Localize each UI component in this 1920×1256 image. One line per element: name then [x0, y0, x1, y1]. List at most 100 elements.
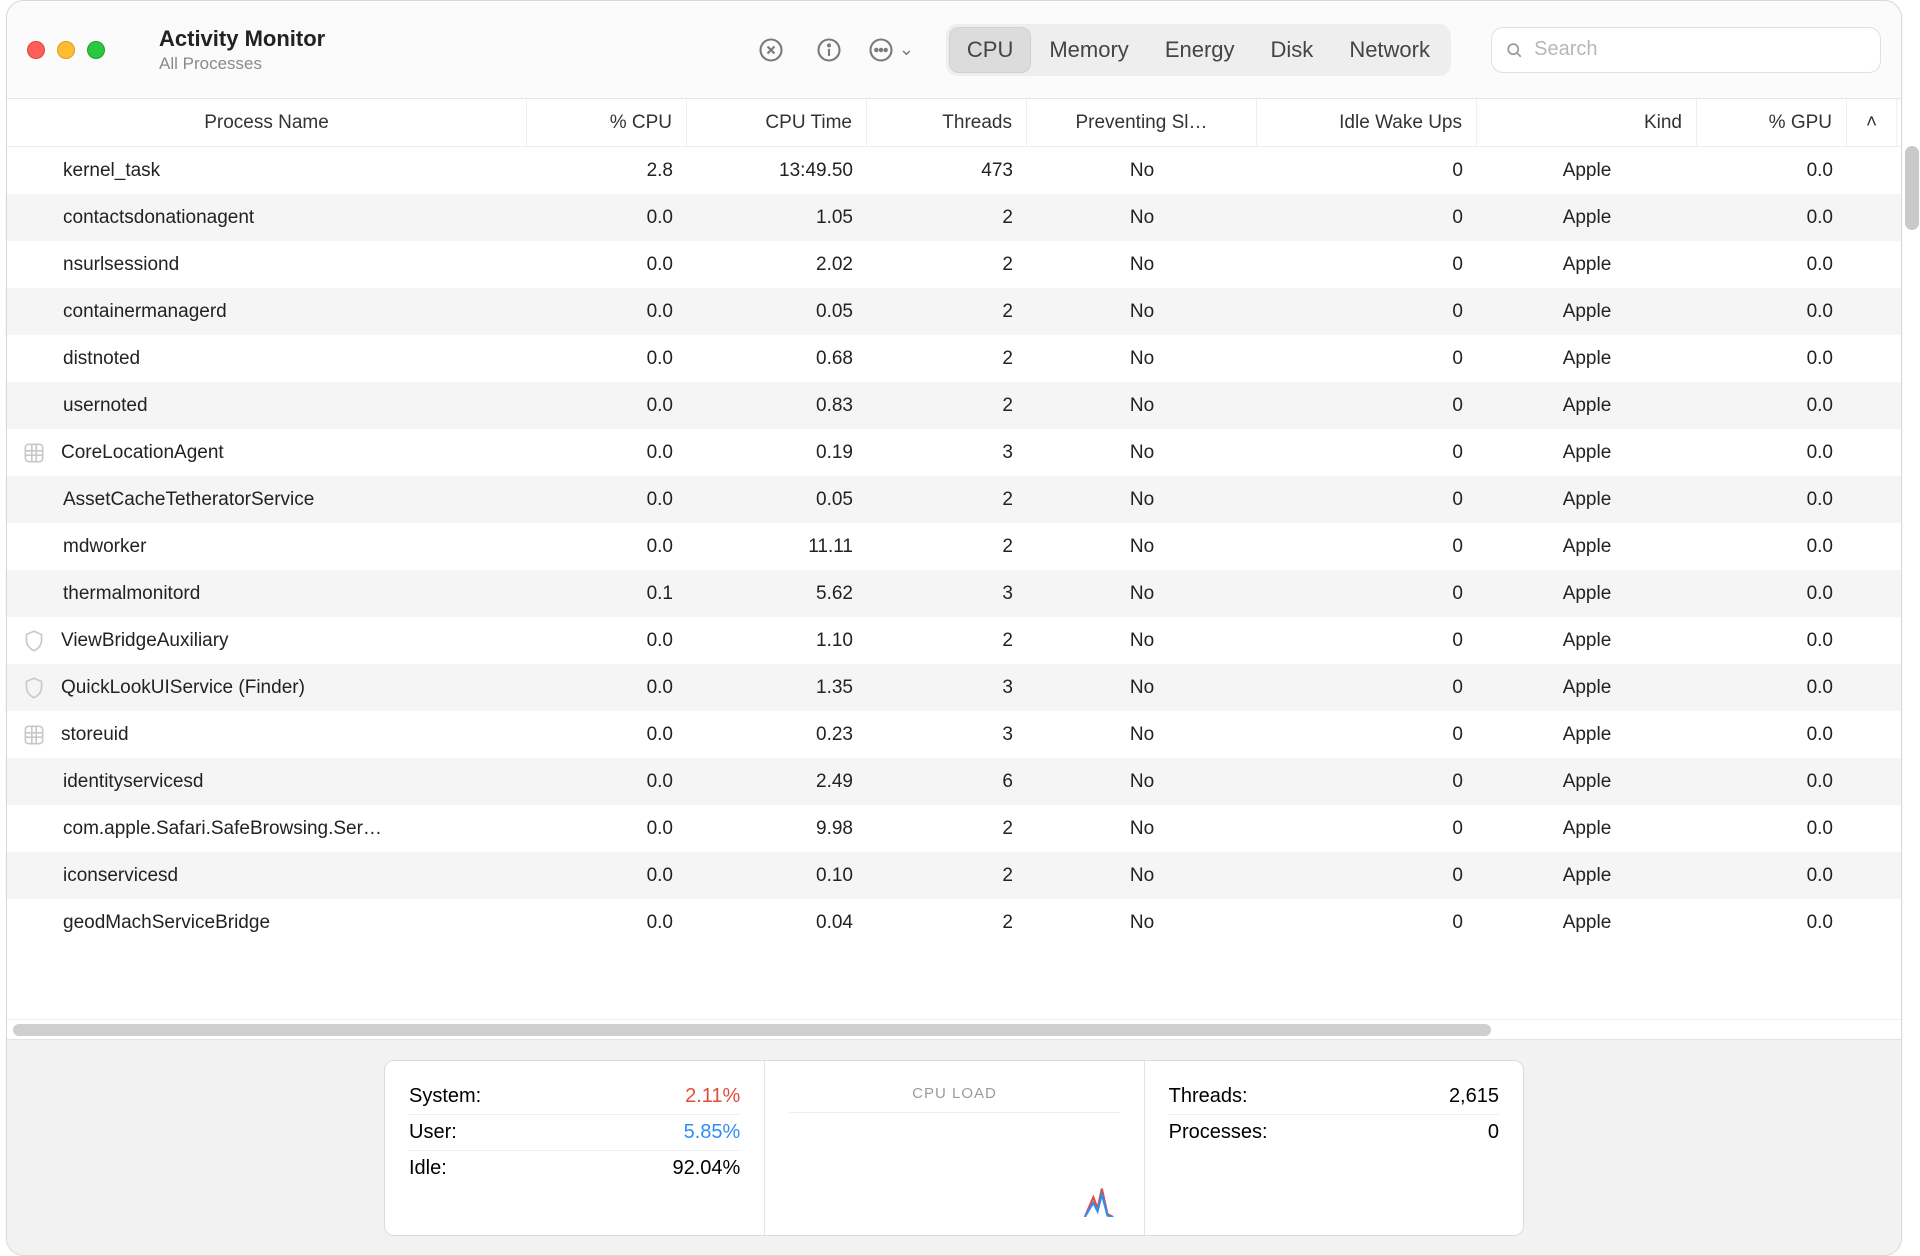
- cell-cputime: 2.49: [687, 771, 867, 793]
- cell-wake: 0: [1257, 395, 1477, 417]
- cell-wake: 0: [1257, 818, 1477, 840]
- table-row[interactable]: containermanagerd0.00.052No0Apple0.0: [7, 288, 1901, 335]
- tab-network[interactable]: Network: [1331, 27, 1448, 73]
- table-row[interactable]: thermalmonitord0.15.623No0Apple0.0: [7, 570, 1901, 617]
- col-cpu-percent[interactable]: % CPU: [527, 99, 687, 146]
- cell-wake: 0: [1257, 912, 1477, 934]
- cell-threads: 2: [867, 630, 1027, 652]
- close-window-button[interactable]: [27, 41, 45, 59]
- table-row[interactable]: nsurlsessiond0.02.022No0Apple0.0: [7, 241, 1901, 288]
- resource-tabs: CPUMemoryEnergyDiskNetwork: [946, 24, 1451, 76]
- table-row[interactable]: com.apple.Safari.SafeBrowsing.Ser…0.09.9…: [7, 805, 1901, 852]
- horizontal-scrollbar[interactable]: [7, 1019, 1901, 1039]
- table-row[interactable]: identityservicesd0.02.496No0Apple0.0: [7, 758, 1901, 805]
- table-row[interactable]: ViewBridgeAuxiliary0.01.102No0Apple0.0: [7, 617, 1901, 664]
- vertical-scrollbar-thumb[interactable]: [1905, 146, 1919, 230]
- table-row[interactable]: iconservicesd0.00.102No0Apple0.0: [7, 852, 1901, 899]
- table-row[interactable]: storeuid0.00.233No0Apple0.0: [7, 711, 1901, 758]
- col-cpu-time[interactable]: CPU Time: [687, 99, 867, 146]
- system-label: System:: [409, 1085, 481, 1108]
- cell-kind: Apple: [1477, 912, 1697, 934]
- cell-cputime: 0.19: [687, 442, 867, 464]
- col-kind[interactable]: Kind: [1477, 99, 1697, 146]
- cell-threads: 2: [867, 489, 1027, 511]
- cell-threads: 2: [867, 301, 1027, 323]
- cell-cputime: 0.83: [687, 395, 867, 417]
- cell-sleep: No: [1027, 630, 1257, 652]
- stop-process-button[interactable]: [751, 30, 791, 70]
- cell-cpu: 0.0: [527, 818, 687, 840]
- table-row[interactable]: usernoted0.00.832No0Apple0.0: [7, 382, 1901, 429]
- process-table-body[interactable]: kernel_task2.813:49.50473No0Apple0.0cont…: [7, 147, 1901, 1019]
- cell-gpu: 0.0: [1697, 395, 1847, 417]
- cell-wake: 0: [1257, 442, 1477, 464]
- tab-disk[interactable]: Disk: [1253, 27, 1332, 73]
- cell-cpu: 0.0: [527, 489, 687, 511]
- search-input[interactable]: [1534, 38, 1868, 61]
- cell-gpu: 0.0: [1697, 207, 1847, 229]
- table-row[interactable]: CoreLocationAgent0.00.193No0Apple0.0: [7, 429, 1901, 476]
- table-row[interactable]: mdworker0.011.112No0Apple0.0: [7, 523, 1901, 570]
- cell-threads: 2: [867, 865, 1027, 887]
- cell-kind: Apple: [1477, 207, 1697, 229]
- cell-cpu: 2.8: [527, 160, 687, 182]
- table-row[interactable]: geodMachServiceBridge0.00.042No0Apple0.0: [7, 899, 1901, 946]
- col-threads[interactable]: Threads: [867, 99, 1027, 146]
- process-name: com.apple.Safari.SafeBrowsing.Ser…: [63, 818, 382, 840]
- tab-memory[interactable]: Memory: [1031, 27, 1146, 73]
- table-row[interactable]: contactsdonationagent0.01.052No0Apple0.0: [7, 194, 1901, 241]
- table-row[interactable]: AssetCacheTetheratorService0.00.052No0Ap…: [7, 476, 1901, 523]
- cell-gpu: 0.0: [1697, 160, 1847, 182]
- table-row[interactable]: distnoted0.00.682No0Apple0.0: [7, 335, 1901, 382]
- col-sort-indicator[interactable]: ˄: [1847, 99, 1897, 146]
- more-options-menu[interactable]: ⌄: [867, 36, 914, 64]
- cell-threads: 2: [867, 348, 1027, 370]
- grid-icon: [21, 722, 47, 748]
- table-row[interactable]: QuickLookUIService (Finder)0.01.353No0Ap…: [7, 664, 1901, 711]
- idle-label: Idle:: [409, 1157, 447, 1180]
- cell-cpu: 0.0: [527, 865, 687, 887]
- cell-wake: 0: [1257, 254, 1477, 276]
- cpu-usage-col: System:2.11% User:5.85% Idle:92.04%: [385, 1061, 764, 1236]
- cell-cputime: 0.05: [687, 301, 867, 323]
- col-process-name[interactable]: Process Name: [7, 99, 527, 146]
- cell-sleep: No: [1027, 254, 1257, 276]
- cell-cpu: 0.0: [527, 771, 687, 793]
- cell-wake: 0: [1257, 677, 1477, 699]
- horizontal-scrollbar-thumb[interactable]: [13, 1024, 1491, 1036]
- info-button[interactable]: [809, 30, 849, 70]
- col-preventing-sleep[interactable]: Preventing Sl…: [1027, 99, 1257, 146]
- cell-cputime: 2.02: [687, 254, 867, 276]
- idle-value: 92.04%: [672, 1157, 740, 1180]
- cell-threads: 473: [867, 160, 1027, 182]
- table-row[interactable]: kernel_task2.813:49.50473No0Apple0.0: [7, 147, 1901, 194]
- tab-energy[interactable]: Energy: [1147, 27, 1253, 73]
- search-field[interactable]: [1491, 27, 1881, 73]
- cell-threads: 3: [867, 583, 1027, 605]
- cell-sleep: No: [1027, 301, 1257, 323]
- info-icon: [815, 36, 843, 64]
- cell-cpu: 0.0: [527, 912, 687, 934]
- cell-cputime: 13:49.50: [687, 160, 867, 182]
- cell-threads: 3: [867, 724, 1027, 746]
- minimize-window-button[interactable]: [57, 41, 75, 59]
- cpu-summary-panel: System:2.11% User:5.85% Idle:92.04% CPU …: [384, 1060, 1524, 1236]
- col-gpu-percent[interactable]: % GPU: [1697, 99, 1847, 146]
- ellipsis-circle-icon: [867, 36, 895, 64]
- cell-threads: 2: [867, 207, 1027, 229]
- cell-cputime: 0.10: [687, 865, 867, 887]
- cell-cpu: 0.0: [527, 301, 687, 323]
- cell-gpu: 0.0: [1697, 348, 1847, 370]
- maximize-window-button[interactable]: [87, 41, 105, 59]
- shield-icon: [21, 628, 47, 654]
- cell-wake: 0: [1257, 583, 1477, 605]
- cell-sleep: No: [1027, 677, 1257, 699]
- cell-cpu: 0.0: [527, 630, 687, 652]
- cell-wake: 0: [1257, 771, 1477, 793]
- process-name: QuickLookUIService (Finder): [61, 677, 305, 699]
- tab-cpu[interactable]: CPU: [949, 27, 1031, 73]
- cell-kind: Apple: [1477, 583, 1697, 605]
- cell-sleep: No: [1027, 912, 1257, 934]
- cell-cpu: 0.0: [527, 724, 687, 746]
- col-idle-wakeups[interactable]: Idle Wake Ups: [1257, 99, 1477, 146]
